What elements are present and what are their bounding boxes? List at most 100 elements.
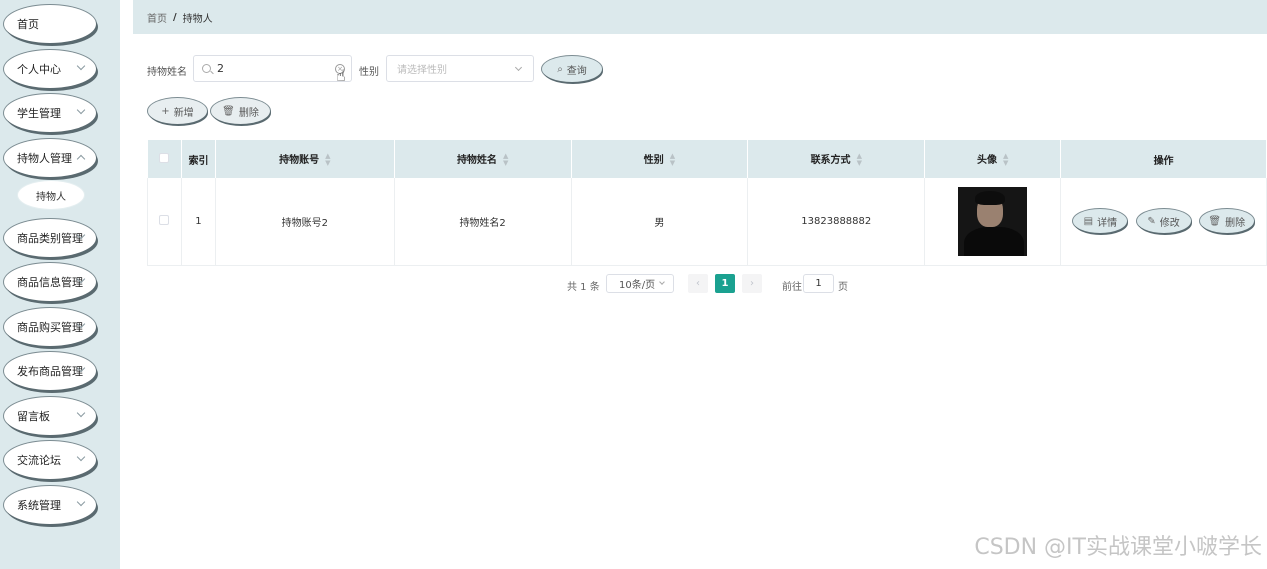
col-header-label: 操作 xyxy=(1153,155,1174,167)
bulk-delete-button[interactable]: 🗑 删除 xyxy=(211,98,270,124)
table-header-row: 索引 持物账号 ▲ ▼ 持物姓名 ▲ ▼ 性别 ▲ ▼ 联系方式 ▲ ▼ 头像 ▲ ▼ 操作 xyxy=(147,140,1267,178)
delete-button[interactable]: 🗑 删除 xyxy=(1199,209,1254,234)
sidebar-item-label: 首页 xyxy=(17,18,39,31)
sidebar-item-forum[interactable]: 交流论坛 xyxy=(4,441,96,479)
select-all-cell xyxy=(147,140,182,178)
search-icon xyxy=(202,64,211,73)
trash-icon: 🗑 xyxy=(1208,215,1222,227)
sidebar-item-students[interactable]: 学生管理 xyxy=(4,94,96,132)
col-header-index: 索引 xyxy=(181,140,216,178)
sidebar-item-label: 学生管理 xyxy=(17,107,61,120)
sidebar-item-label: 发布商品管理 xyxy=(17,365,83,378)
col-header-label: 性别 xyxy=(643,155,664,166)
search-icon: ⌕ xyxy=(557,63,563,75)
col-header-actions: 操作 xyxy=(1060,140,1267,178)
gender-filter-label: 性别 xyxy=(359,67,379,78)
col-header-label: 联系方式 xyxy=(810,155,851,166)
sidebar-item-label: 交流论坛 xyxy=(17,454,61,467)
gender-select[interactable]: 请选择性别 xyxy=(386,55,534,82)
delete-button-label: 删除 xyxy=(1225,217,1246,229)
query-button[interactable]: ⌕ 查询 xyxy=(542,56,602,82)
name-filter-label: 持物姓名 xyxy=(147,67,187,78)
edit-button[interactable]: ✎ 修改 xyxy=(1136,209,1191,234)
sidebar-item-product-info[interactable]: 商品信息管理 xyxy=(4,263,96,301)
sidebar-item-category[interactable]: 商品类别管理 xyxy=(4,219,96,257)
chevron-down-icon xyxy=(76,105,86,115)
sidebar-item-label: 商品购买管理 xyxy=(17,321,83,334)
add-button[interactable]: + 新增 xyxy=(148,98,207,124)
breadcrumb-home[interactable]: 首页 xyxy=(147,10,167,25)
name-search-value: 2 xyxy=(217,62,224,75)
sidebar-item-publish[interactable]: 发布商品管理 xyxy=(4,352,96,390)
breadcrumb-current: 持物人 xyxy=(182,13,213,25)
document-icon: ▤ xyxy=(1083,215,1094,227)
plus-icon: + xyxy=(161,105,170,117)
select-all-checkbox[interactable] xyxy=(159,152,170,163)
cell-index: 1 xyxy=(181,178,216,266)
col-header-label: 持物账号 xyxy=(279,155,320,166)
detail-button[interactable]: ▤ 详情 xyxy=(1073,209,1128,234)
chevron-down-icon xyxy=(76,61,86,71)
row-checkbox[interactable] xyxy=(159,214,170,225)
cell-avatar xyxy=(924,178,1062,266)
bulk-delete-label: 删除 xyxy=(238,107,259,119)
col-header-name[interactable]: 持物姓名 ▲ ▼ xyxy=(394,140,572,178)
sort-icon[interactable]: ▲ ▼ xyxy=(325,153,330,167)
sort-icon[interactable]: ▲ ▼ xyxy=(1003,153,1008,167)
cell-actions: ▤ 详情 ✎ 修改 🗑 删除 xyxy=(1060,178,1267,266)
sidebar-item-label: 持物人管理 xyxy=(17,152,72,165)
sidebar-item-system[interactable]: 系统管理 xyxy=(4,486,96,524)
prev-page-button[interactable]: ‹ xyxy=(688,274,708,293)
hand-cursor-icon: ☝ xyxy=(336,66,346,85)
add-button-label: 新增 xyxy=(173,107,194,119)
row-select-cell xyxy=(147,178,182,266)
goto-page-input[interactable]: 1 xyxy=(803,274,834,293)
sidebar-item-home[interactable]: 首页 xyxy=(4,5,96,43)
sort-icon[interactable]: ▲ ▼ xyxy=(670,153,675,167)
holder-table: 索引 持物账号 ▲ ▼ 持物姓名 ▲ ▼ 性别 ▲ ▼ 联系方式 ▲ ▼ 头像 ▲ ▼ 操作 1 持… xyxy=(147,140,1267,266)
page-number-current[interactable]: 1 xyxy=(715,274,735,293)
chevron-down-icon xyxy=(76,408,86,418)
sidebar-item-label: 系统管理 xyxy=(17,499,61,512)
sidebar-subitem-holder[interactable]: 持物人 xyxy=(18,181,84,209)
avatar-body xyxy=(964,226,1025,256)
chevron-left-icon: ‹ xyxy=(696,278,700,289)
sidebar-item-holders[interactable]: 持物人管理 xyxy=(4,139,96,177)
pencil-icon: ✎ xyxy=(1147,215,1156,227)
col-header-phone[interactable]: 联系方式 ▲ ▼ xyxy=(747,140,926,178)
chevron-down-icon xyxy=(659,279,665,285)
watermark: CSDN @IT实战课堂小啵学长 xyxy=(974,535,1262,560)
col-header-account[interactable]: 持物账号 ▲ ▼ xyxy=(215,140,395,178)
sidebar-item-personal-center[interactable]: 个人中心 xyxy=(4,50,96,88)
sort-icon[interactable]: ▲ ▼ xyxy=(857,153,862,167)
col-header-avatar[interactable]: 头像 ▲ ▼ xyxy=(924,140,1062,178)
col-header-label: 头像 xyxy=(976,155,997,166)
pagination-total: 共 1 条 xyxy=(567,282,600,293)
sidebar-item-message-board[interactable]: 留言板 xyxy=(4,397,96,435)
sidebar-subitem-label: 持物人 xyxy=(36,191,66,203)
query-button-label: 查询 xyxy=(566,65,587,77)
sidebar-item-purchase[interactable]: 商品购买管理 xyxy=(4,308,96,346)
sort-icon[interactable]: ▲ ▼ xyxy=(503,153,508,167)
cell-phone: 13823888882 xyxy=(747,178,926,266)
trash-icon: 🗑 xyxy=(222,105,235,117)
cell-account: 持物账号2 xyxy=(215,178,395,266)
cell-name: 持物姓名2 xyxy=(394,178,572,266)
detail-button-label: 详情 xyxy=(1097,217,1118,229)
goto-unit-label: 页 xyxy=(838,282,848,293)
chevron-down-icon xyxy=(76,497,86,507)
avatar[interactable] xyxy=(958,186,1028,256)
sidebar-item-label: 留言板 xyxy=(17,410,50,423)
gender-select-placeholder: 请选择性别 xyxy=(397,65,447,76)
col-header-gender[interactable]: 性别 ▲ ▼ xyxy=(571,140,749,178)
chevron-right-icon: › xyxy=(750,278,754,289)
breadcrumb-separator: / xyxy=(173,11,177,23)
next-page-button[interactable]: › xyxy=(742,274,762,293)
chevron-down-icon xyxy=(76,452,86,462)
col-header-label: 持物姓名 xyxy=(456,155,497,166)
table-row: 1 持物账号2 持物姓名2 男 13823888882 ▤ 详情 ✎ 修改 🗑 删除 xyxy=(147,178,1267,266)
page-size-value: 10条/页 xyxy=(619,280,656,291)
edit-button-label: 修改 xyxy=(1159,217,1180,229)
page-size-select[interactable]: 10条/页 xyxy=(606,274,674,293)
name-search-input[interactable]: 2 × xyxy=(193,55,352,82)
